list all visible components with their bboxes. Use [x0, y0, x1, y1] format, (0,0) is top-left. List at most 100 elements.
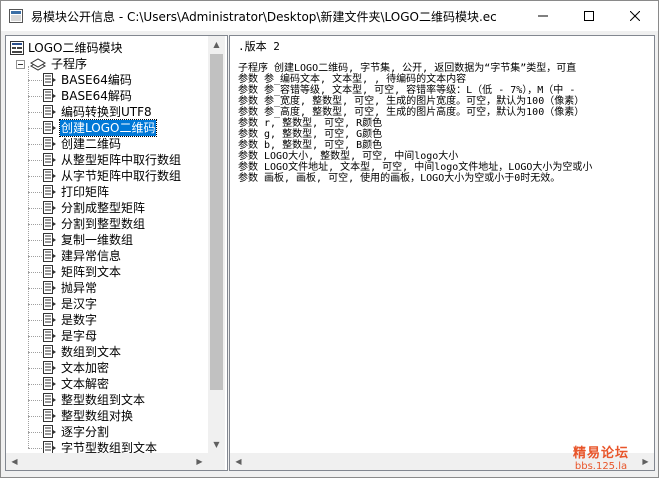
tree-item-label: 整型数组到文本 [61, 393, 146, 407]
maximize-button[interactable] [566, 1, 612, 31]
code-line: 参数 b, 整数型, 可空, B颜色 [238, 140, 383, 151]
tree-connector [28, 208, 42, 210]
code-line: 参数 参_宽度, 整数型, 可空, 生成的图片宽度。可空，默认为100（像素） [238, 96, 585, 107]
tree-item-label: BASE64解码 [61, 89, 132, 103]
subprogram-icon [43, 329, 56, 342]
code-line: 参数 LOGO文件地址, 文本型, 可空, 中间logo文件地址，LOGO大小为… [238, 162, 593, 173]
tree-root-label: LOGO二维码模块 [28, 41, 123, 55]
subprogram-icon [43, 73, 56, 86]
code-line: 子程序 创建LOGO二维码, 字节集, 公开, 返回数据为“字节集”类型，可直 [238, 63, 577, 74]
module-icon [10, 41, 24, 55]
tree-item-label: 是数字 [61, 313, 98, 327]
subprogram-icon [43, 313, 56, 326]
tree-connector [28, 224, 42, 226]
tree-connector [28, 368, 42, 370]
tree-item-label: 建异常信息 [61, 249, 122, 263]
minimize-icon [538, 15, 548, 17]
subprogram-icon [43, 345, 56, 358]
tree-connector [28, 240, 42, 242]
title-bar[interactable]: 易模块公开信息 - C:\Users\Administrator\Desktop… [1, 1, 658, 31]
tree-item-label: 抛异常 [61, 281, 98, 295]
tree-connector [28, 192, 42, 194]
tree-item-label: 创建LOGO二维码 [58, 119, 158, 137]
subprogram-icon [43, 185, 56, 198]
subprogram-icon [43, 265, 56, 278]
tree-connector [28, 176, 42, 178]
client-area: LOGO二维码模块 子程序 BASE64编码 BASE64解码 编码转换到UTF8 创… [5, 35, 655, 473]
tree-item-label: 复制一维数组 [61, 233, 134, 247]
scroll-left-icon[interactable]: ◀ [6, 453, 23, 470]
tree-scroll-thumb[interactable] [210, 54, 223, 390]
code-line: 参数 r, 整数型, 可空, R颜色 [238, 118, 383, 129]
tree-item-label: BASE64编码 [61, 73, 132, 87]
subprogram-icon [43, 393, 56, 406]
maximize-icon [584, 11, 594, 21]
tree-connector [28, 128, 42, 130]
tree-item-label: 创建二维码 [61, 137, 122, 151]
tree-horizontal-scrollbar[interactable]: ◀ ▶ [6, 453, 208, 470]
tree-connector [28, 304, 42, 306]
folder-book-icon [30, 58, 46, 71]
scrollbar-corner [208, 453, 225, 470]
watermark-line2: bbs.125.la [574, 461, 628, 472]
version-line: .版本 2 [238, 40, 280, 53]
subprogram-icon [43, 409, 56, 422]
subprogram-icon [43, 377, 56, 390]
scroll-right-icon[interactable]: ▶ [637, 453, 654, 470]
scroll-up-icon[interactable]: ▲ [208, 36, 225, 53]
subprogram-icon [43, 217, 56, 230]
tree-item-label: 分割成整型矩阵 [61, 201, 146, 215]
tree-connector [28, 432, 42, 434]
code-line: 参数 参_容错等级, 文本型, 可空, 容错率等级：L（低 - 7%），M（中 … [238, 85, 576, 96]
subprogram-icon [43, 121, 56, 134]
tree-connector [28, 336, 42, 338]
tree-item-label: 编码转换到UTF8 [61, 105, 152, 119]
subprogram-icon [43, 361, 56, 374]
tree-connector [28, 66, 30, 448]
minimize-button[interactable] [520, 1, 566, 31]
tree-connector [28, 160, 42, 162]
code-line: 参数 参_高度, 整数型, 可空, 生成的图片高度。可空，默认为100（像素） [238, 107, 585, 118]
tree-item-label: 文本加密 [61, 361, 110, 375]
tree-item-label: 逐字分割 [61, 425, 110, 439]
code-line: 参数 参_编码文本, 文本型, , 待编码的文本内容 [238, 74, 467, 85]
tree-item-label: 是汉字 [61, 297, 98, 311]
subprogram-icon [43, 297, 56, 310]
tree-item-label: 是字母 [61, 329, 98, 343]
scroll-right-icon[interactable]: ▶ [191, 453, 208, 470]
subprogram-icon [43, 89, 56, 102]
subprogram-icon [43, 105, 56, 118]
tree-connector [28, 288, 42, 290]
subprogram-icon [43, 249, 56, 262]
tree-connector [28, 272, 42, 274]
tree-connector [28, 112, 42, 114]
tree-item-label: 整型数组对换 [61, 409, 134, 423]
tree-connector [28, 416, 42, 418]
code-line: 参数 画板, 画板, 可空, 使用的画板，LOGO大小为空或小于0时无效。 [238, 173, 561, 184]
watermark-line1: 精易论坛 [573, 446, 630, 461]
tree-item-label: 分割到整型数组 [61, 217, 146, 231]
module-tree[interactable]: LOGO二维码模块 子程序 BASE64编码 BASE64解码 编码转换到UTF8 创… [5, 35, 228, 471]
close-icon [630, 11, 640, 21]
tree-connector [28, 384, 42, 386]
tree-item-label: 从整型矩阵中取行数组 [61, 153, 182, 167]
code-line: 参数 g, 整数型, 可空, G颜色 [238, 129, 383, 140]
tree-group-label: 子程序 [51, 57, 88, 71]
detail-panel[interactable]: .版本 2 子程序 创建LOGO二维码, 字节集, 公开, 返回数据为“字节集”类… [229, 35, 655, 471]
close-button[interactable] [612, 1, 658, 31]
subprogram-icon [43, 233, 56, 246]
code-line: 参数 LOGO大小, 整数型, 可空, 中间logo大小 [238, 151, 459, 162]
tree-connector [28, 96, 42, 98]
scroll-left-icon[interactable]: ◀ [230, 453, 247, 470]
tree-connector [28, 400, 42, 402]
tree-connector [28, 256, 42, 258]
subprogram-icon [43, 281, 56, 294]
collapse-icon[interactable] [16, 60, 25, 69]
subprogram-icon [43, 169, 56, 182]
subprogram-icon [43, 153, 56, 166]
tree-connector [28, 80, 42, 82]
scroll-down-icon[interactable]: ▼ [208, 436, 225, 453]
tree-item-label: 打印矩阵 [61, 185, 110, 199]
main-window: 易模块公开信息 - C:\Users\Administrator\Desktop… [0, 0, 659, 478]
tree-vertical-scrollbar[interactable]: ▲ ▼ [208, 36, 225, 453]
